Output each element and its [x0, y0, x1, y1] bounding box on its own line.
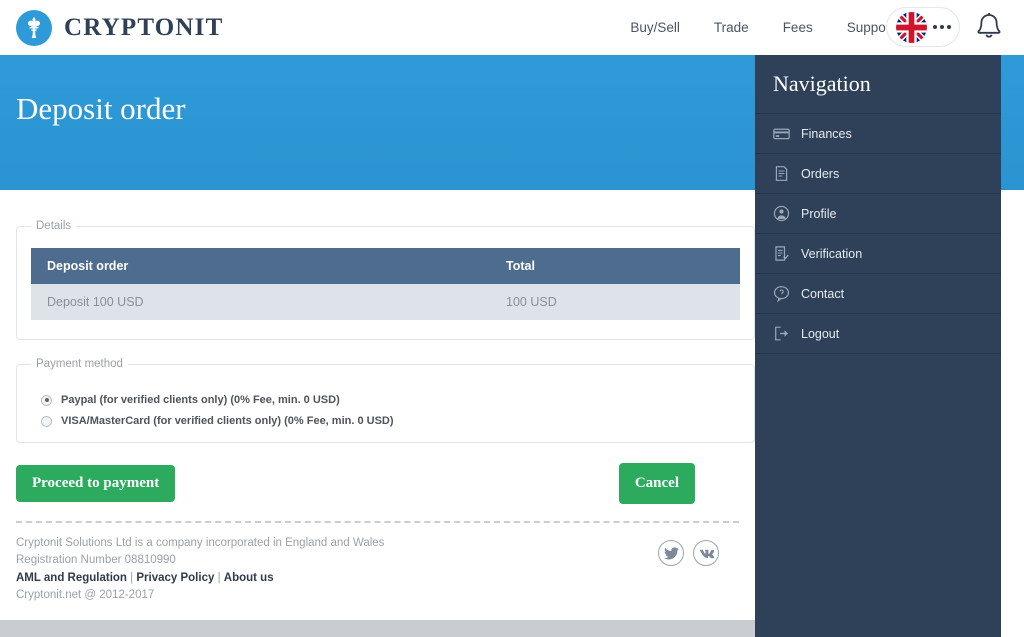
- details-panel: Details Deposit order Total Deposit 100 …: [16, 220, 755, 340]
- ellipsis-icon[interactable]: [932, 25, 951, 29]
- navigation-header: Navigation: [755, 55, 1001, 114]
- form-actions: Proceed to payment Cancel: [16, 463, 739, 507]
- payment-option-paypal[interactable]: Paypal (for verified clients only) (0% F…: [41, 394, 740, 406]
- column-header-deposit-order: Deposit order: [31, 248, 490, 284]
- radio-paypal[interactable]: [41, 394, 52, 406]
- footer-link-privacy[interactable]: Privacy Policy: [136, 572, 214, 584]
- footer-link-aml[interactable]: AML and Regulation: [16, 572, 127, 584]
- uk-flag-icon: [895, 11, 927, 43]
- topnav-item-trade[interactable]: Trade: [714, 20, 749, 35]
- proceed-to-payment-button[interactable]: Proceed to payment: [16, 465, 176, 502]
- exit-icon: [773, 325, 790, 342]
- credit-card-icon: [773, 125, 790, 142]
- footer-link-separator-1: |: [130, 572, 134, 584]
- page-title: Deposit order: [16, 91, 186, 126]
- sidebar-item-finances[interactable]: Finances: [755, 114, 1001, 154]
- brand-name: CRYPTONIT: [64, 13, 224, 41]
- fleur-de-lis-icon: [16, 9, 52, 46]
- checklist-icon: [773, 245, 790, 262]
- footer: Cryptonit Solutions Ltd is a company inc…: [16, 535, 739, 603]
- footer-divider: [16, 521, 739, 523]
- bell-icon[interactable]: [970, 8, 1008, 46]
- table-header-row: Deposit order Total: [31, 248, 740, 284]
- sidebar-item-orders[interactable]: Orders: [755, 154, 1001, 194]
- payment-option-card[interactable]: VISA/MasterCard (for verified clients on…: [41, 415, 740, 427]
- footer-company-line: Cryptonit Solutions Ltd is a company inc…: [16, 537, 385, 549]
- navigation-panel: Navigation Finances Orders Profile Verif…: [755, 55, 1001, 637]
- brand-logo[interactable]: CRYPTONIT: [16, 9, 224, 46]
- top-bar: CRYPTONIT Buy/Sell Trade Fees Support: [0, 0, 1024, 55]
- sidebar-item-contact[interactable]: Contact: [755, 274, 1001, 314]
- footer-link-about[interactable]: About us: [224, 572, 274, 584]
- topnav-item-buysell[interactable]: Buy/Sell: [630, 20, 680, 35]
- radio-visa-mastercard[interactable]: [41, 415, 52, 427]
- footer-copyright: Cryptonit.net @ 2012-2017: [16, 588, 155, 601]
- footer-links: AML and Regulation | Privacy Policy | Ab…: [16, 570, 739, 587]
- speech-bubble-icon: [773, 285, 790, 303]
- main-content: Details Deposit order Total Deposit 100 …: [0, 190, 755, 620]
- language-selector[interactable]: [886, 7, 960, 47]
- sidebar-item-contact-label: Contact: [801, 286, 845, 301]
- app-page: CRYPTONIT Buy/Sell Trade Fees Support De…: [0, 0, 1024, 637]
- twitter-icon[interactable]: [658, 540, 684, 566]
- cancel-button[interactable]: Cancel: [618, 463, 695, 504]
- vk-icon[interactable]: [693, 540, 719, 566]
- sidebar-item-logout[interactable]: Logout: [755, 314, 1001, 354]
- order-table: Deposit order Total Deposit 100 USD 100 …: [31, 248, 740, 320]
- column-header-total: Total: [490, 248, 740, 284]
- payment-method-legend: Payment method: [36, 358, 123, 370]
- sidebar-item-profile[interactable]: Profile: [755, 194, 1001, 234]
- topnav-item-fees[interactable]: Fees: [783, 20, 813, 35]
- payment-option-paypal-label: Paypal (for verified clients only) (0% F…: [61, 394, 340, 406]
- footer-link-separator-2: |: [217, 572, 221, 584]
- top-navigation: Buy/Sell Trade Fees Support: [596, 0, 894, 55]
- document-icon: [773, 165, 790, 182]
- details-legend: Details: [36, 220, 72, 232]
- table-row: Deposit 100 USD 100 USD: [31, 284, 740, 320]
- sidebar-item-verification[interactable]: Verification: [755, 234, 1001, 274]
- navigation-title: Navigation: [773, 71, 871, 96]
- bottom-strip: [0, 620, 755, 637]
- footer-registration-line: Registration Number 08810990: [16, 553, 176, 566]
- user-icon: [773, 205, 790, 222]
- cell-deposit-description: Deposit 100 USD: [31, 284, 490, 320]
- sidebar-item-orders-label: Orders: [801, 166, 840, 181]
- payment-method-panel: Payment method Paypal (for verified clie…: [16, 358, 755, 443]
- sidebar-item-finances-label: Finances: [801, 126, 852, 141]
- payment-option-card-label: VISA/MasterCard (for verified clients on…: [61, 415, 394, 427]
- sidebar-item-verification-label: Verification: [801, 246, 863, 261]
- sidebar-item-logout-label: Logout: [801, 326, 840, 341]
- cell-deposit-total: 100 USD: [490, 284, 740, 320]
- sidebar-item-profile-label: Profile: [801, 206, 837, 221]
- social-links: [658, 540, 719, 566]
